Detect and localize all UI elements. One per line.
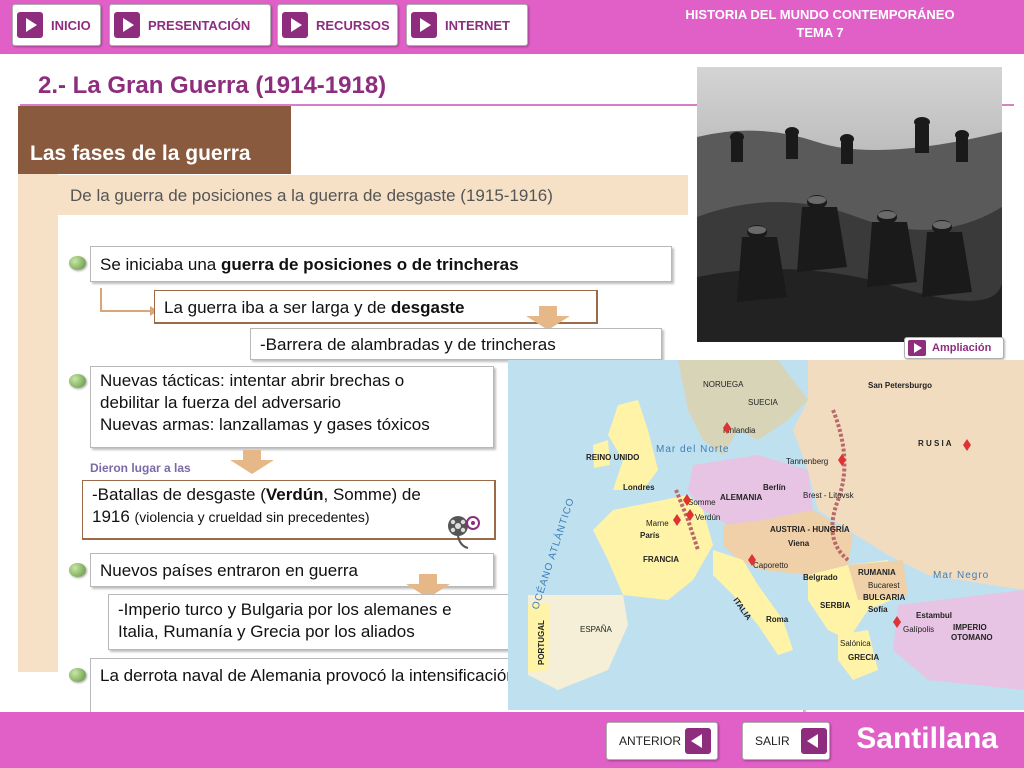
course-name: HISTORIA DEL MUNDO CONTEMPORÁNEO bbox=[685, 7, 955, 22]
map-label: GRECIA bbox=[848, 653, 879, 662]
film-reel-icon[interactable] bbox=[446, 512, 480, 552]
point-line: Nuevas armas: lanzallamas y gases tóxico… bbox=[100, 415, 430, 434]
map-label: Verdún bbox=[695, 513, 720, 522]
map-label: OTOMANO bbox=[951, 633, 993, 642]
nav-label: PRESENTACIÓN bbox=[148, 17, 251, 33]
map-label: IMPERIO bbox=[953, 623, 987, 632]
brand-logo: Santillana bbox=[856, 722, 998, 755]
trench-soldiers-photo bbox=[697, 67, 1002, 342]
play-arrow-icon bbox=[282, 12, 308, 38]
back-arrow-icon bbox=[685, 728, 711, 754]
map-sea-label: Mar Negro bbox=[933, 570, 989, 581]
point-line: Nuevas tácticas: intentar abrir brechas … bbox=[100, 371, 405, 390]
map-label: París bbox=[640, 531, 660, 540]
bullet-icon bbox=[69, 256, 86, 270]
ampliacion-label: Ampliación bbox=[932, 342, 992, 354]
point-barrier: -Barrera de alambradas y de trincheras bbox=[250, 328, 662, 360]
map-label: Roma bbox=[766, 615, 789, 624]
nav-button-presentacion[interactable]: PRESENTACIÓN bbox=[109, 4, 271, 46]
point-line: -Imperio turco y Bulgaria por los aleman… bbox=[118, 600, 452, 619]
down-arrow-icon bbox=[526, 306, 570, 330]
nav-label: INICIO bbox=[51, 17, 91, 33]
bullet-icon bbox=[69, 668, 86, 682]
play-arrow-icon bbox=[411, 12, 437, 38]
elbow-arrow-icon bbox=[100, 288, 158, 316]
salir-button[interactable]: SALIR bbox=[742, 722, 830, 760]
play-arrow-icon bbox=[17, 12, 43, 38]
nav-label: INTERNET bbox=[445, 17, 510, 33]
map-label: Viena bbox=[788, 539, 810, 548]
connector-note: Dieron lugar a las bbox=[90, 461, 191, 475]
course-unit: TEMA 7 bbox=[796, 25, 844, 40]
map-label: Brest - Litovsk bbox=[803, 491, 855, 500]
bullet-icon bbox=[69, 563, 86, 577]
map-label: RUMANIA bbox=[858, 568, 896, 577]
play-arrow-icon bbox=[908, 340, 926, 356]
course-title: HISTORIA DEL MUNDO CONTEMPORÁNEO TEMA 7 bbox=[630, 6, 1010, 42]
map-label: Belgrado bbox=[803, 573, 838, 582]
map-label: Marne bbox=[646, 519, 669, 528]
map-label: ALEMANIA bbox=[720, 493, 762, 502]
left-accent-bar bbox=[18, 174, 58, 672]
map-label: SERBIA bbox=[820, 601, 850, 610]
point-bold: Verdún bbox=[265, 485, 324, 504]
anterior-label: ANTERIOR bbox=[619, 734, 682, 748]
page-title: 2.- La Gran Guerra (1914-1918) bbox=[38, 72, 387, 99]
map-label: Estambul bbox=[916, 611, 952, 620]
ampliacion-button[interactable]: Ampliación bbox=[904, 337, 1004, 359]
map-label: REINO UNIDO bbox=[586, 453, 639, 462]
point-text: , Somme) de bbox=[323, 485, 421, 504]
point-line: Italia, Rumanía y Grecia por los aliados bbox=[118, 622, 415, 641]
map-label: PORTUGAL bbox=[537, 620, 546, 665]
map-label: SUECIA bbox=[748, 398, 778, 407]
point-new-tactics: Nuevas tácticas: intentar abrir brechas … bbox=[90, 366, 494, 448]
point-text: La guerra iba a ser larga y de bbox=[164, 298, 391, 317]
salir-label: SALIR bbox=[755, 734, 790, 748]
point-alliances: -Imperio turco y Bulgaria por los aleman… bbox=[108, 594, 520, 650]
anterior-button[interactable]: ANTERIOR bbox=[606, 722, 718, 760]
map-label: BULGARIA bbox=[863, 593, 905, 602]
nav-label: RECURSOS bbox=[316, 17, 390, 33]
point-bold: desgaste bbox=[390, 298, 465, 317]
play-arrow-icon bbox=[114, 12, 140, 38]
map-label: FRANCIA bbox=[643, 555, 679, 564]
map-sea-label: Mar del Norte bbox=[656, 444, 730, 455]
point-bold: guerra de posiciones o de trincheras bbox=[220, 255, 519, 274]
map-label: Sofía bbox=[868, 605, 888, 614]
map-label: Caporetto bbox=[753, 561, 789, 570]
nav-button-recursos[interactable]: RECURSOS bbox=[277, 4, 398, 46]
europe-war-map: NORUEGA SUECIA San Petersburgo Finlandia… bbox=[508, 360, 1024, 710]
map-label: Berlín bbox=[763, 483, 786, 492]
back-arrow-icon bbox=[801, 728, 827, 754]
map-label: Londres bbox=[623, 483, 655, 492]
point-text: 1916 bbox=[92, 507, 135, 526]
map-label: ESPAÑA bbox=[580, 625, 613, 634]
map-label: R U S I A bbox=[918, 439, 952, 448]
point-battles: -Batallas de desgaste (Verdún, Somme) de… bbox=[82, 480, 496, 540]
map-label: Galípolis bbox=[903, 625, 934, 634]
point-text: Se iniciaba una bbox=[100, 255, 221, 274]
down-arrow-icon bbox=[230, 450, 274, 474]
point-trench-war: Se iniciaba una guerra de posiciones o d… bbox=[90, 246, 672, 282]
bullet-icon bbox=[69, 374, 86, 388]
section-title: Las fases de la guerra bbox=[30, 142, 251, 165]
point-small: (violencia y crueldad sin precedentes) bbox=[134, 509, 370, 525]
map-label: Somme bbox=[688, 498, 716, 507]
nav-button-internet[interactable]: INTERNET bbox=[406, 4, 528, 46]
map-label: AUSTRIA - HUNGRÍA bbox=[770, 525, 850, 534]
nav-button-inicio[interactable]: INICIO bbox=[12, 4, 101, 46]
map-label: Tannenberg bbox=[786, 457, 828, 466]
map-label: Bucarest bbox=[868, 581, 900, 590]
map-label: San Petersburgo bbox=[868, 381, 932, 390]
map-label: NORUEGA bbox=[703, 380, 744, 389]
map-label: Salónica bbox=[840, 639, 871, 648]
point-line: debilitar la fuerza del adversario bbox=[100, 393, 341, 412]
subtitle: De la guerra de posiciones a la guerra d… bbox=[58, 175, 688, 215]
point-text: -Batallas de desgaste ( bbox=[92, 485, 266, 504]
